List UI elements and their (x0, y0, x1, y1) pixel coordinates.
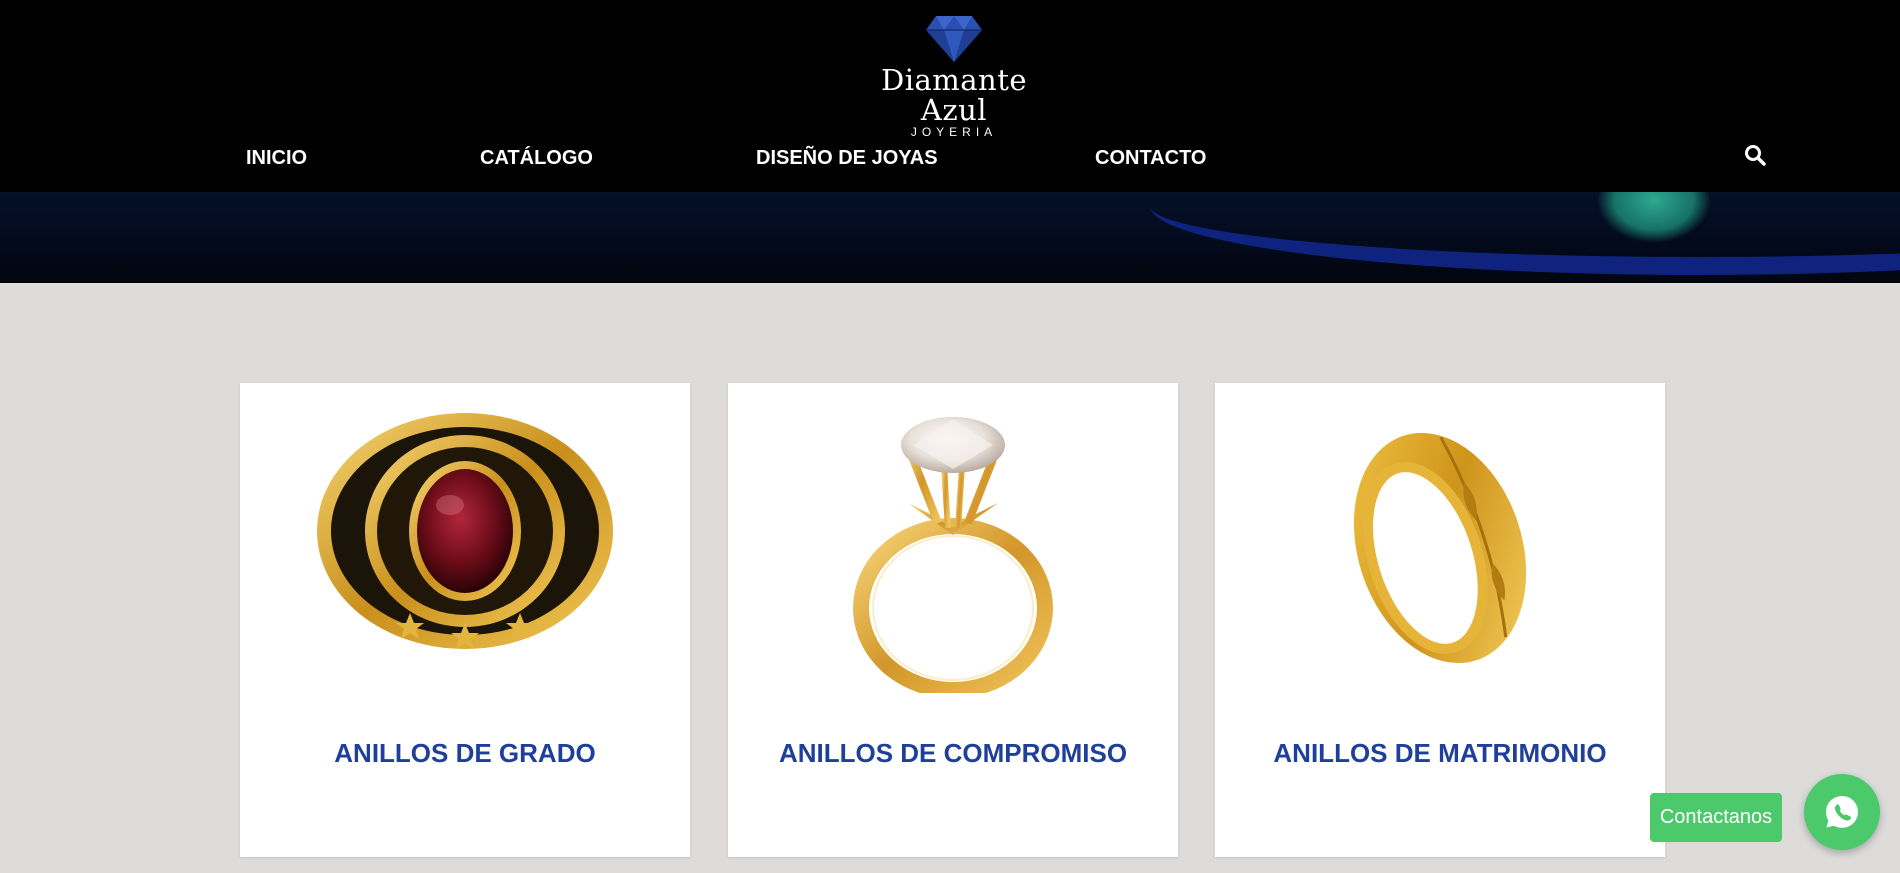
nav-item-catalogo[interactable]: CATÁLOGO (480, 146, 593, 170)
main-nav: INICIO CATÁLOGO DISEÑO DE JOYAS CONTACTO (0, 146, 1900, 170)
category-title: ANILLOS DE COMPROMISO (778, 738, 1128, 768)
graduation-ring-image (300, 403, 630, 693)
hero-arc (1150, 192, 1900, 275)
nav-item-contacto[interactable]: CONTACTO (1095, 146, 1206, 170)
search-icon (1745, 145, 1766, 166)
category-card-compromiso[interactable]: ANILLOS DE COMPROMISO (728, 383, 1178, 857)
nav-item-inicio[interactable]: INICIO (246, 146, 307, 170)
contact-label-button[interactable]: Contactanos (1650, 793, 1782, 842)
search-button[interactable] (1744, 144, 1768, 168)
whatsapp-button[interactable] (1804, 774, 1880, 850)
category-title: ANILLOS DE GRADO (334, 738, 596, 768)
diamond-icon (926, 16, 982, 62)
nav-item-diseno-de-joyas[interactable]: DISEÑO DE JOYAS (756, 146, 938, 170)
category-title: ANILLOS DE MATRIMONIO (1273, 738, 1607, 768)
brand-logo[interactable]: Diamante Azul JOYERIA (844, 14, 1064, 139)
brand-name: Diamante Azul (880, 63, 1028, 127)
hero-banner (0, 192, 1900, 283)
wedding-band-image (1275, 403, 1605, 693)
category-card-matrimonio[interactable]: ANILLOS DE MATRIMONIO (1215, 383, 1665, 857)
brand-tagline: JOYERIA (910, 125, 998, 139)
engagement-ring-image (788, 403, 1118, 698)
site-header: Diamante Azul JOYERIA INICIO CATÁLOGO DI… (0, 0, 1900, 192)
whatsapp-icon (1826, 796, 1858, 828)
category-card-grado[interactable]: ANILLOS DE GRADO (240, 383, 690, 857)
